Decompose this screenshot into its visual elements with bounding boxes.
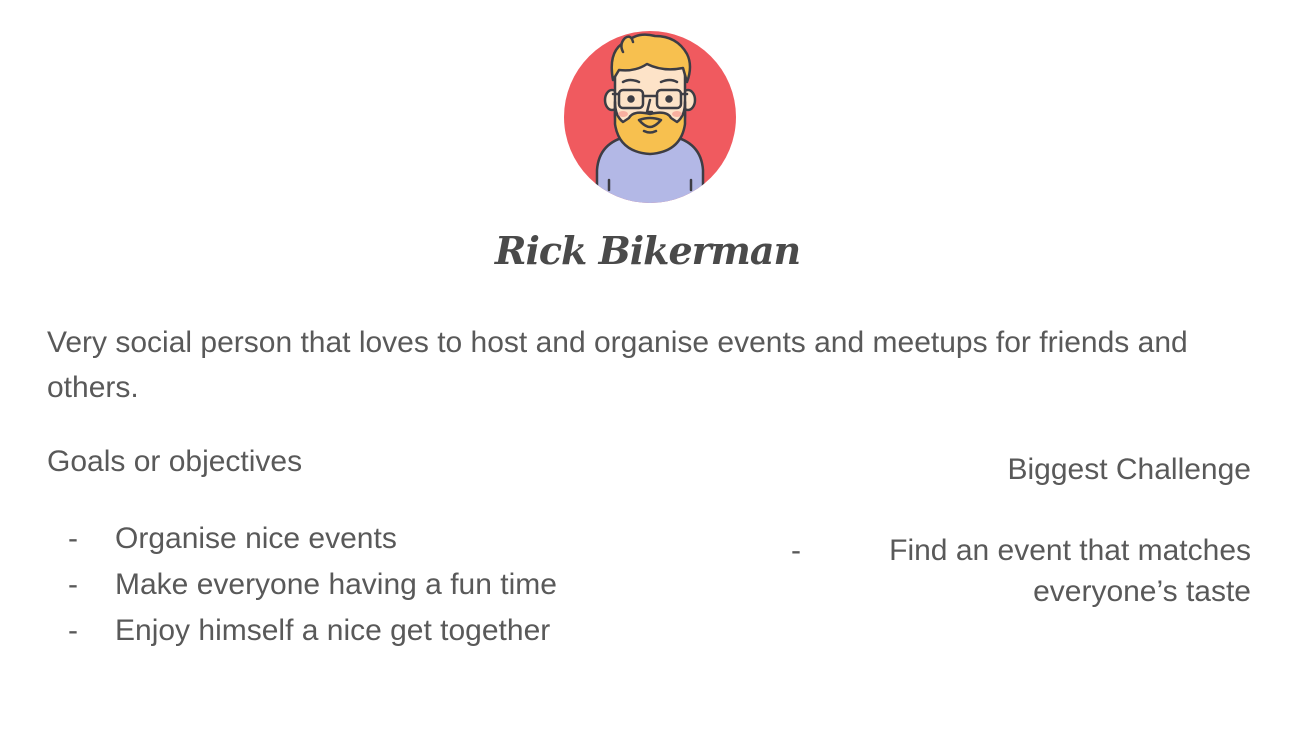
list-item: - Make everyone having a fun time	[68, 562, 557, 608]
list-dash: -	[68, 522, 78, 555]
list-dash: -	[791, 534, 801, 567]
avatar	[563, 30, 737, 204]
list-dash: -	[68, 614, 78, 647]
list-item: - Organise nice events	[68, 516, 557, 562]
challenge-title: Biggest Challenge	[1007, 453, 1251, 486]
persona-name: Rick Bikerman	[494, 228, 801, 273]
goals-list: - Organise nice events - Make everyone h…	[68, 516, 557, 654]
list-item-text: Organise nice events	[115, 522, 397, 555]
list-item-text: Find an event that matches everyone’s ta…	[889, 534, 1251, 608]
list-item: - Enjoy himself a nice get together	[68, 608, 557, 654]
bearded-man-avatar-icon	[564, 31, 736, 203]
list-item-text: Make everyone having a fun time	[115, 568, 557, 601]
list-item: - Find an event that matches everyone’s …	[791, 530, 1251, 612]
challenge-list: - Find an event that matches everyone’s …	[791, 530, 1251, 612]
list-item-text: Enjoy himself a nice get together	[115, 614, 551, 647]
list-dash: -	[68, 568, 78, 601]
goals-title: Goals or objectives	[47, 445, 303, 478]
persona-description: Very social person that loves to host an…	[47, 326, 1188, 404]
